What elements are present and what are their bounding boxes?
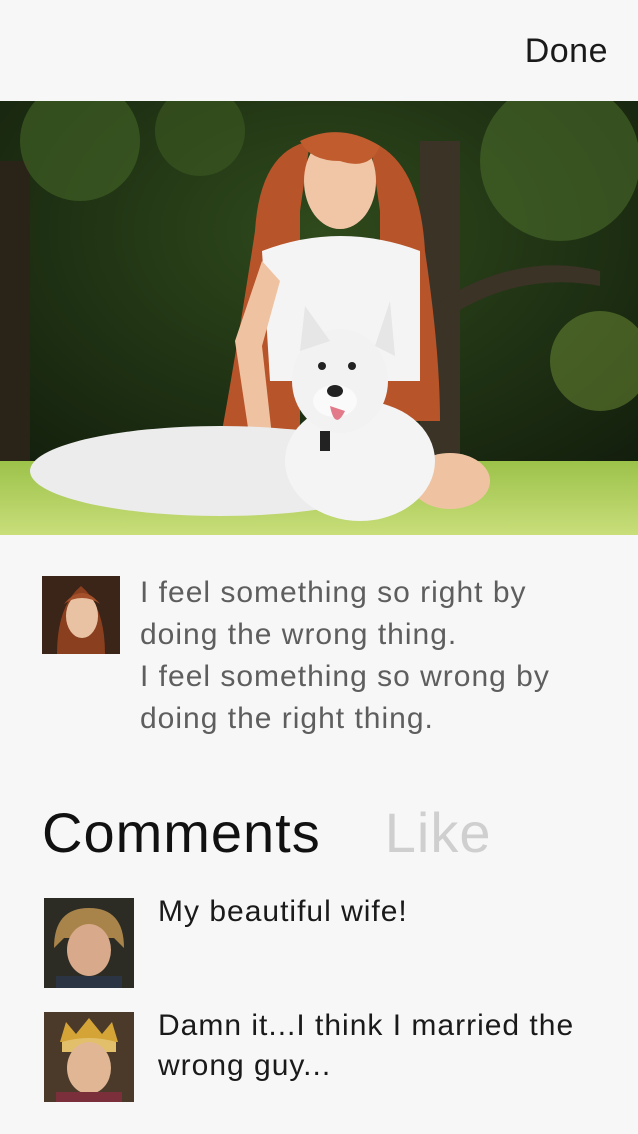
tab-comments[interactable]: Comments: [42, 800, 321, 865]
comment-text: My beautiful wife!: [158, 895, 408, 928]
avatar-icon[interactable]: [44, 898, 134, 988]
comment-item: Damn it...I think I married the wrong gu…: [0, 1009, 638, 1104]
done-button[interactable]: Done: [525, 32, 608, 71]
avatar-icon[interactable]: [42, 576, 120, 654]
tab-like[interactable]: Like: [385, 800, 492, 865]
avatar-icon[interactable]: [44, 1012, 134, 1102]
post-photo[interactable]: [0, 101, 638, 535]
tabs: Comments Like: [42, 800, 491, 864]
comment-text: Damn it...I think I married the wrong gu…: [158, 1009, 575, 1082]
nav-bar: Done: [0, 0, 638, 100]
post-text: I feel something so right by doing the w…: [140, 576, 550, 735]
comment-item: My beautiful wife!: [0, 895, 638, 990]
